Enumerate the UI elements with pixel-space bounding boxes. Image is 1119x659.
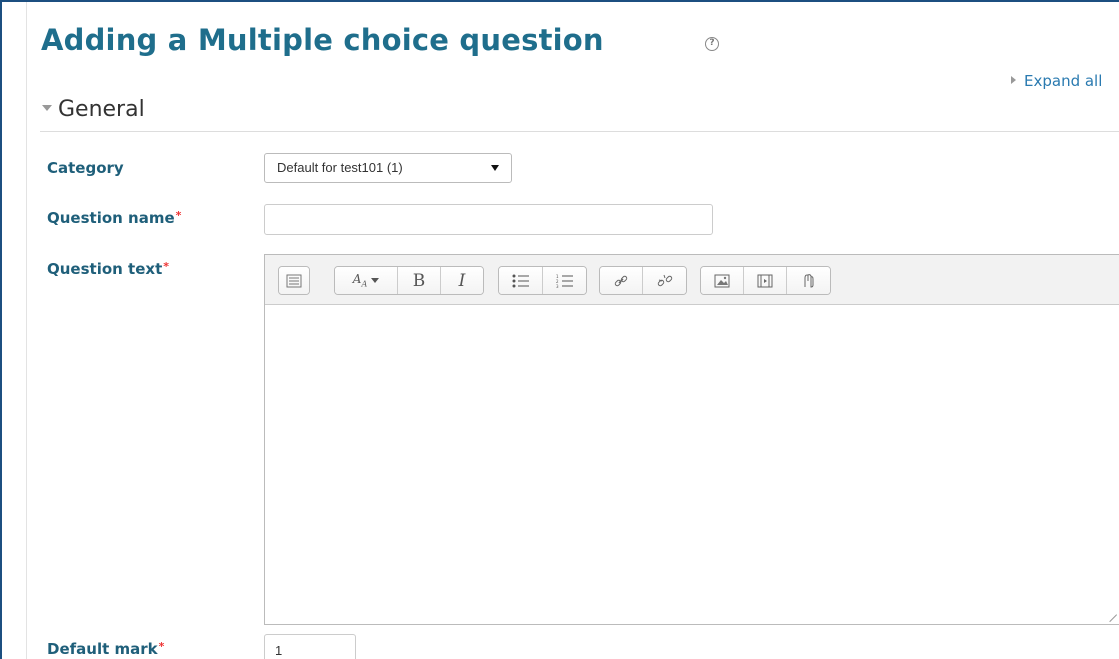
question-text-label: Question text* bbox=[47, 260, 169, 278]
italic-icon[interactable]: I bbox=[441, 267, 483, 294]
category-selected-value: Default for test101 (1) bbox=[277, 160, 403, 175]
toolbar-toggle-icon[interactable] bbox=[279, 267, 309, 294]
expand-triangle-icon bbox=[1011, 76, 1016, 84]
toolbar-group-toggle bbox=[278, 266, 310, 295]
default-mark-label-text: Default mark bbox=[47, 640, 158, 658]
expand-all-label: Expand all bbox=[1024, 72, 1103, 90]
section-general-header[interactable]: General bbox=[42, 97, 145, 122]
svg-text:3: 3 bbox=[556, 284, 559, 288]
editor-toolbar: AA B I 123 bbox=[265, 255, 1119, 305]
toolbar-group-text: AA B I bbox=[334, 266, 484, 295]
ordered-list-icon[interactable]: 123 bbox=[543, 267, 586, 294]
bold-icon[interactable]: B bbox=[398, 267, 441, 294]
question-text-area[interactable] bbox=[265, 306, 1119, 624]
unlink-icon[interactable] bbox=[643, 267, 686, 294]
category-label-text: Category bbox=[47, 159, 124, 177]
dropdown-arrow-icon bbox=[491, 165, 499, 171]
question-name-label-text: Question name bbox=[47, 209, 175, 227]
section-title: General bbox=[58, 97, 145, 122]
question-name-input[interactable] bbox=[264, 204, 713, 235]
link-icon[interactable] bbox=[600, 267, 643, 294]
unordered-list-icon[interactable] bbox=[499, 267, 543, 294]
default-mark-input[interactable]: 1 bbox=[264, 634, 356, 659]
required-icon: * bbox=[163, 260, 170, 273]
toolbar-group-lists: 123 bbox=[498, 266, 587, 295]
toolbar-group-links bbox=[599, 266, 687, 295]
left-divider bbox=[26, 2, 27, 659]
image-icon[interactable] bbox=[701, 267, 744, 294]
toolbar-group-media bbox=[700, 266, 831, 295]
manage-files-icon[interactable] bbox=[787, 267, 830, 294]
question-name-label: Question name* bbox=[47, 209, 181, 227]
category-label: Category bbox=[47, 159, 124, 177]
help-icon[interactable]: ? bbox=[705, 37, 719, 51]
question-text-label-text: Question text bbox=[47, 260, 163, 278]
section-divider bbox=[40, 131, 1119, 132]
collapse-triangle-icon bbox=[42, 105, 52, 111]
required-icon: * bbox=[175, 209, 182, 222]
question-text-editor: AA B I 123 bbox=[264, 254, 1119, 625]
expand-all-link[interactable]: Expand all bbox=[1011, 72, 1102, 90]
required-icon: * bbox=[158, 640, 165, 653]
default-mark-label: Default mark* bbox=[47, 640, 164, 658]
media-icon[interactable] bbox=[744, 267, 787, 294]
page-title: Adding a Multiple choice question bbox=[41, 23, 604, 57]
font-style-icon[interactable]: AA bbox=[335, 267, 398, 294]
category-select[interactable]: Default for test101 (1) bbox=[264, 153, 512, 183]
